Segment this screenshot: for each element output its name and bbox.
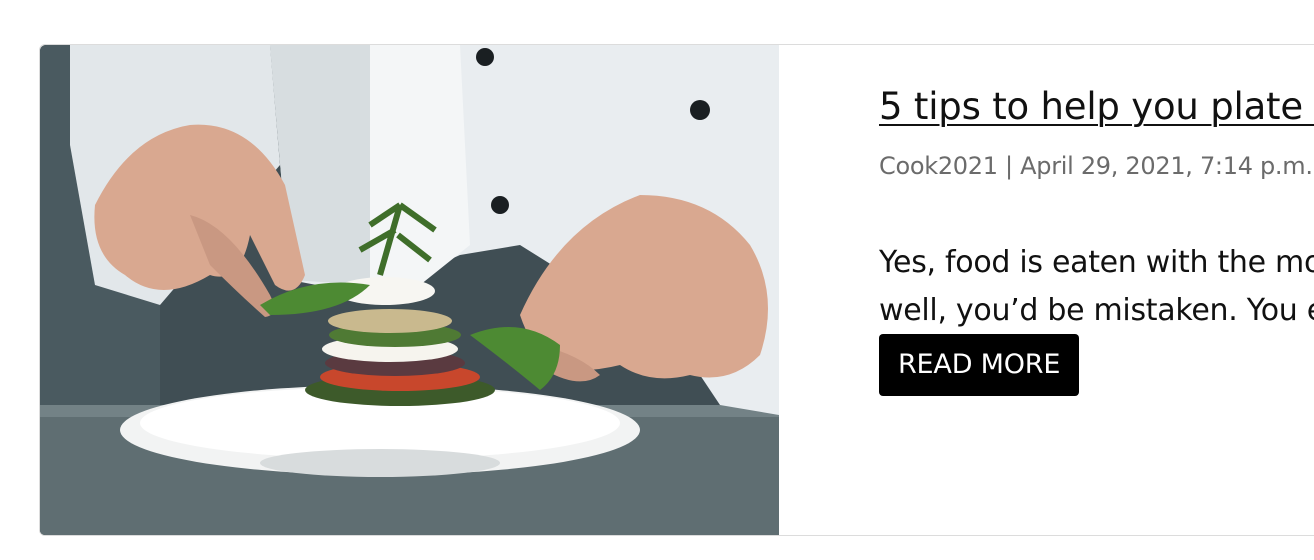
post-meta: Cook2021 | April 29, 2021, 7:14 p.m. xyxy=(879,152,1313,180)
chef-plating-photo xyxy=(40,45,779,535)
post-excerpt: Yes, food is eaten with the mouth, but w… xyxy=(879,239,1314,335)
post-content: 5 tips to help you plate your dishes Coo… xyxy=(879,45,1314,535)
post-excerpt-line-2: well, you’d be mistaken. You eat with yo… xyxy=(879,293,1314,328)
post-title-link[interactable]: 5 tips to help you plate your dishes xyxy=(879,85,1314,128)
read-more-button[interactable]: READ MORE xyxy=(879,334,1080,396)
post-excerpt-line-1: Yes, food is eaten with the mouth, but xyxy=(879,245,1314,280)
post-image[interactable] xyxy=(40,45,779,535)
post-card: 5 tips to help you plate your dishes Coo… xyxy=(39,44,1314,536)
